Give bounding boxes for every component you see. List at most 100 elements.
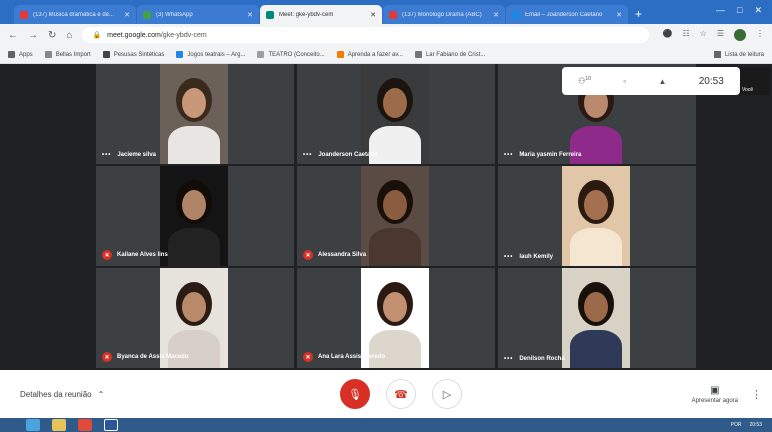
camera-icon: ▷	[442, 388, 452, 401]
tab-title: (137) Monólogo Drama (ABC)	[402, 11, 482, 18]
more-dots-icon[interactable]: •••	[102, 152, 111, 158]
bookmark-list: Apps Bellas Import Pesusas Sintéticas Jogos…	[8, 51, 497, 58]
activities-icon[interactable]: ▲	[658, 77, 666, 86]
participant-body	[369, 228, 421, 266]
call-controls: 🎙 ☎ ▷	[340, 379, 462, 409]
maximize-icon[interactable]: □	[737, 5, 742, 16]
participant-body	[570, 330, 622, 368]
file-explorer-icon[interactable]	[52, 419, 66, 431]
bookmark-item[interactable]: Aprenda a fazer av...	[336, 51, 403, 58]
participant-face	[584, 190, 608, 220]
bookmark-item[interactable]: Pesusas Sintéticas	[102, 51, 164, 58]
more-options-icon[interactable]: ⋮	[751, 388, 762, 401]
more-dots-icon[interactable]: •••	[303, 152, 312, 158]
tab-close-icon[interactable]: ✕	[247, 11, 253, 19]
bookmark-item[interactable]: Bellas Import	[44, 51, 91, 58]
self-view-label: Você	[742, 87, 754, 93]
participant-tile[interactable]: ••• Joanderson Caetano	[297, 64, 495, 164]
bookmark-label: Aprenda a fazer av...	[347, 51, 403, 58]
present-icon: ▣	[710, 384, 720, 396]
bookmark-label: Lar Fabiano de Crist...	[425, 51, 486, 58]
participant-tile[interactable]: ✕ Ana Lara Assis Macedo	[297, 268, 495, 368]
url-field[interactable]: 🔒 meet.google.com /gke-ybdv-cem	[82, 27, 649, 43]
os-taskbar: POR 20:53	[0, 418, 772, 432]
chrome-icon[interactable]	[78, 419, 92, 431]
meeting-details-label: Detalhes da reunião	[20, 389, 92, 399]
mic-off-button[interactable]: 🎙	[340, 379, 370, 409]
self-view[interactable]: Você	[740, 67, 770, 95]
forward-icon[interactable]: →	[28, 30, 38, 41]
translate-icon[interactable]: ☷	[682, 29, 689, 41]
word-icon[interactable]	[104, 419, 118, 431]
bookmark-item[interactable]: Apps	[8, 51, 33, 58]
participant-tile[interactable]: ✕ Alessandra Silva	[297, 166, 495, 266]
tab-title: (3) WhatsApp	[156, 11, 193, 18]
people-icon[interactable]: ⚇10	[578, 76, 591, 86]
tab-close-icon[interactable]: ✕	[493, 11, 499, 19]
browser-tab[interactable]: (137) Música dramática e de... ✕	[14, 5, 136, 24]
participant-tile[interactable]: ••• Jacieme silva	[96, 64, 294, 164]
more-dots-icon[interactable]: •••	[504, 152, 513, 158]
camera-indicator-icon[interactable]: ⚫	[663, 29, 673, 41]
reload-icon[interactable]: ↻	[48, 30, 56, 41]
reading-list-icon	[713, 51, 721, 58]
participant-name: Kailane Alves lins	[117, 252, 168, 258]
participant-body	[369, 330, 421, 368]
bookmark-icon	[414, 51, 422, 58]
meeting-details-button[interactable]: Detalhes da reunião ⌃	[20, 390, 104, 399]
participant-tile[interactable]: ••• lauh Kemily	[498, 166, 696, 266]
mic-muted-icon: ✕	[102, 250, 112, 260]
edge-icon[interactable]	[26, 419, 40, 431]
minimize-icon[interactable]: —	[716, 5, 725, 16]
star-icon[interactable]: ☆	[700, 29, 707, 41]
more-dots-icon[interactable]: •••	[504, 356, 513, 362]
bookmark-label: Bellas Import	[55, 51, 91, 58]
participant-face	[383, 292, 407, 322]
back-icon[interactable]: ←	[8, 30, 18, 41]
participant-body	[168, 330, 220, 368]
bookmark-item[interactable]: TEATRO (Conceito...	[257, 51, 325, 58]
tab-close-icon[interactable]: ✕	[616, 11, 622, 19]
browser-tab[interactable]: (137) Monólogo Drama (ABC) ✕	[383, 5, 505, 24]
chat-icon[interactable]: ▫	[623, 77, 626, 86]
extensions-icon[interactable]: ☰	[717, 29, 724, 41]
participant-name-tag: ••• Joanderson Caetano	[303, 152, 378, 158]
present-now-button[interactable]: ▣ Apresentar agora	[692, 385, 738, 404]
meeting-top-controls: ⚇10 ▫ ▲ 20:53	[562, 67, 740, 95]
language-indicator[interactable]: POR	[731, 422, 742, 428]
participant-video	[160, 64, 228, 164]
tab-list: (137) Música dramática e de... ✕ (3) Whats…	[14, 0, 629, 24]
browser-tab[interactable]: Meet: gke-ybdv-cem ✕	[260, 5, 382, 24]
bookmark-item[interactable]: Jogos teatrais – Arg...	[176, 51, 245, 58]
participant-video	[361, 166, 429, 266]
tab-close-icon[interactable]: ✕	[370, 11, 376, 19]
tab-title: Meet: gke-ybdv-cem	[279, 11, 334, 18]
bookmark-label: TEATRO (Conceito...	[268, 51, 325, 58]
participant-name: Jacieme silva	[117, 152, 157, 158]
participant-tile[interactable]: ••• Denilson Rocha	[498, 268, 696, 368]
participant-name: Alessandra Silva	[318, 252, 367, 258]
bookmark-item[interactable]: Lar Fabiano de Crist...	[414, 51, 486, 58]
reading-list[interactable]: Lista de leitura	[713, 51, 764, 58]
participant-tile[interactable]: ✕ Kailane Alves lins	[96, 166, 294, 266]
tab-favicon-icon	[266, 10, 274, 19]
participant-grid: ••• Jacieme silva ••• Joanderson Caetano •••…	[96, 64, 696, 370]
browser-tab-strip: (137) Música dramática e de... ✕ (3) Whats…	[0, 0, 772, 24]
participant-face	[182, 292, 206, 322]
more-dots-icon[interactable]: •••	[504, 254, 513, 260]
bookmark-icon	[8, 51, 15, 58]
new-tab-button[interactable]: +	[635, 7, 642, 21]
camera-button[interactable]: ▷	[432, 379, 462, 409]
menu-icon[interactable]: ⋮	[756, 29, 764, 41]
close-window-icon[interactable]: ✕	[754, 5, 762, 16]
home-icon[interactable]: ⌂	[66, 30, 72, 41]
tab-close-icon[interactable]: ✕	[124, 11, 130, 19]
participant-name-tag: ✕ Byanca de Assis Macedo	[102, 352, 188, 362]
participant-video	[562, 166, 630, 266]
participant-tile[interactable]: ✕ Byanca de Assis Macedo	[96, 268, 294, 368]
browser-tab[interactable]: (3) WhatsApp ✕	[137, 5, 259, 24]
profile-avatar[interactable]	[734, 29, 746, 41]
browser-tab[interactable]: Email – Joanderson Caetano ✕	[506, 5, 628, 24]
meeting-clock: 20:53	[698, 75, 724, 87]
leave-call-button[interactable]: ☎	[386, 379, 416, 409]
